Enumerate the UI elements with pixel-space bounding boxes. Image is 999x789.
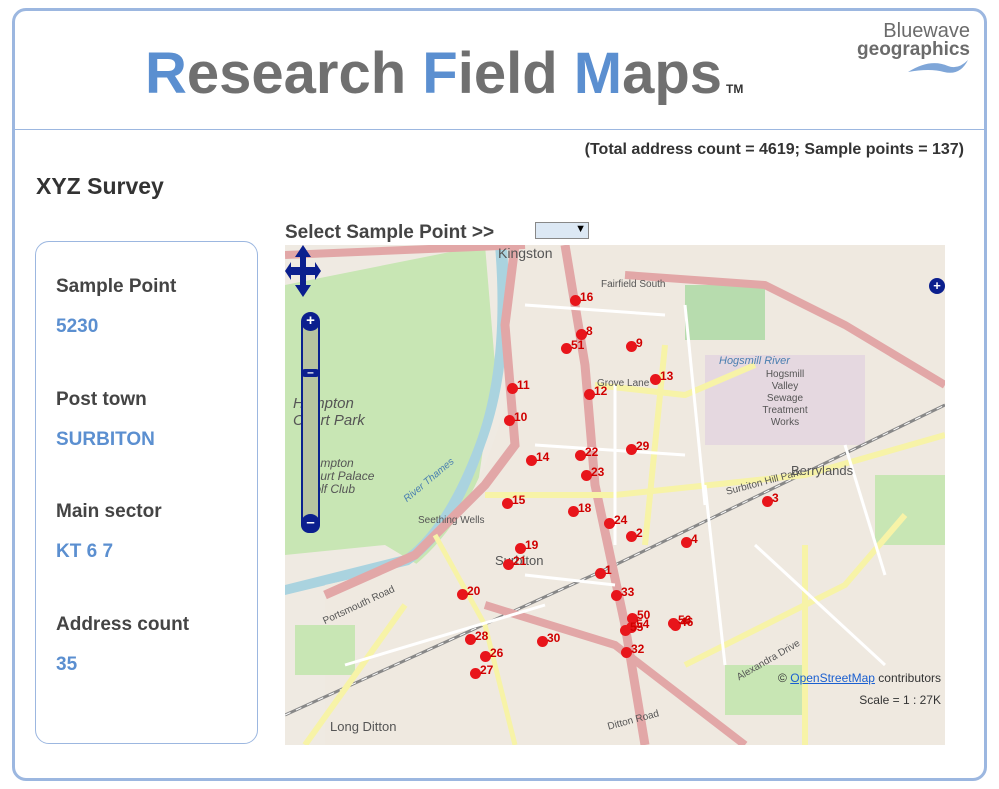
place-label: Kingston [498, 245, 553, 261]
title-part: F [422, 41, 458, 106]
sample-point-label: 20 [467, 584, 481, 598]
info-panel: Sample Point 5230 Post town SURBITON Mai… [35, 241, 258, 744]
title-part: esearch [186, 41, 423, 106]
sample-point-label: 23 [591, 465, 605, 479]
sample-point-label: 12 [594, 384, 608, 398]
sample-point-label: 13 [660, 369, 674, 383]
sample-point-label: 4 [691, 532, 698, 546]
layer-switcher-icon[interactable]: + [929, 278, 945, 294]
sample-point-label: 9 [636, 336, 643, 350]
post-town-value: SURBITON [56, 429, 155, 450]
sample-point-label: 56 [678, 613, 692, 627]
bluewave-logo: Bluewave geographics [857, 20, 970, 80]
sample-point-label: 51 [571, 338, 585, 352]
sample-point-label: 55 [630, 620, 644, 634]
map-background [285, 245, 945, 745]
place-label: Seething Wells [418, 515, 485, 526]
title-part: aps [622, 41, 723, 106]
sample-point-label: 27 [480, 663, 494, 677]
select-sample-label: Select Sample Point >> [285, 222, 495, 243]
sample-point-label: 32 [631, 642, 645, 656]
header-divider [15, 129, 984, 130]
pan-control-icon[interactable] [285, 245, 321, 297]
zoom-slider[interactable] [301, 315, 320, 533]
sample-point-label: 14 [536, 450, 550, 464]
title-part: ield [457, 41, 574, 106]
app-title: Research Field Maps TM [145, 40, 743, 107]
sample-point-label: 19 [525, 538, 539, 552]
osm-link[interactable]: OpenStreetMap [790, 671, 875, 685]
post-town-label: Post town [56, 389, 147, 410]
address-count-value: 35 [56, 654, 78, 675]
sample-point-label: 16 [580, 290, 594, 304]
sample-point-label: 8 [586, 324, 593, 338]
totals-summary: (Total address count = 4619; Sample poin… [584, 141, 964, 158]
street-label: Fairfield South [601, 279, 666, 290]
sample-point-label: 30 [547, 631, 561, 645]
sample-point-label: 28 [475, 629, 489, 643]
sample-point-label: 10 [514, 410, 528, 424]
title-part: R [145, 41, 187, 106]
sample-point-label: 33 [621, 585, 635, 599]
sample-point-label: Sample Point [56, 276, 177, 297]
chevron-down-icon: ▼ [575, 223, 586, 235]
address-count-label: Address count [56, 614, 190, 635]
sample-point-label: 3 [772, 491, 779, 505]
trademark-mark: TM [726, 82, 744, 96]
place-label: Hogsmill Valley Sewage Treatment Works [762, 369, 808, 428]
zoom-in-icon[interactable]: + [301, 312, 320, 331]
sample-point-label: 22 [585, 445, 599, 459]
zoom-handle-icon[interactable]: – [301, 366, 320, 378]
sample-point-label: 29 [636, 439, 650, 453]
survey-title: XYZ Survey [36, 173, 164, 199]
sample-point-label: 26 [490, 646, 504, 660]
attribution-prefix: © [778, 671, 787, 685]
sample-point-label: 21 [513, 554, 527, 568]
map-scale: Scale = 1 : 27K [859, 693, 941, 707]
sample-point-label: 15 [512, 493, 526, 507]
zoom-out-icon[interactable]: – [301, 514, 320, 533]
main-sector-label: Main sector [56, 501, 162, 522]
map-attribution: © OpenStreetMap contributors [778, 671, 941, 685]
place-label: Long Ditton [330, 719, 397, 734]
logo-wave-icon [908, 60, 968, 73]
sample-point-label: 24 [614, 513, 628, 527]
sample-point-select[interactable]: ▼ [535, 222, 589, 239]
sample-point-value: 5230 [56, 316, 99, 337]
sample-point-label: 2 [636, 526, 643, 540]
sample-point-label: 1 [605, 563, 612, 577]
main-sector-value: KT 6 7 [56, 541, 114, 562]
sample-point-label: 18 [578, 501, 592, 515]
attribution-suffix: contributors [878, 671, 941, 685]
title-part: M [573, 41, 623, 106]
place-label: Hogsmill River [719, 355, 790, 367]
map-view[interactable]: Kingston Hampton Court Park Hampton Cour… [285, 245, 945, 745]
sample-point-label: 11 [517, 378, 530, 392]
